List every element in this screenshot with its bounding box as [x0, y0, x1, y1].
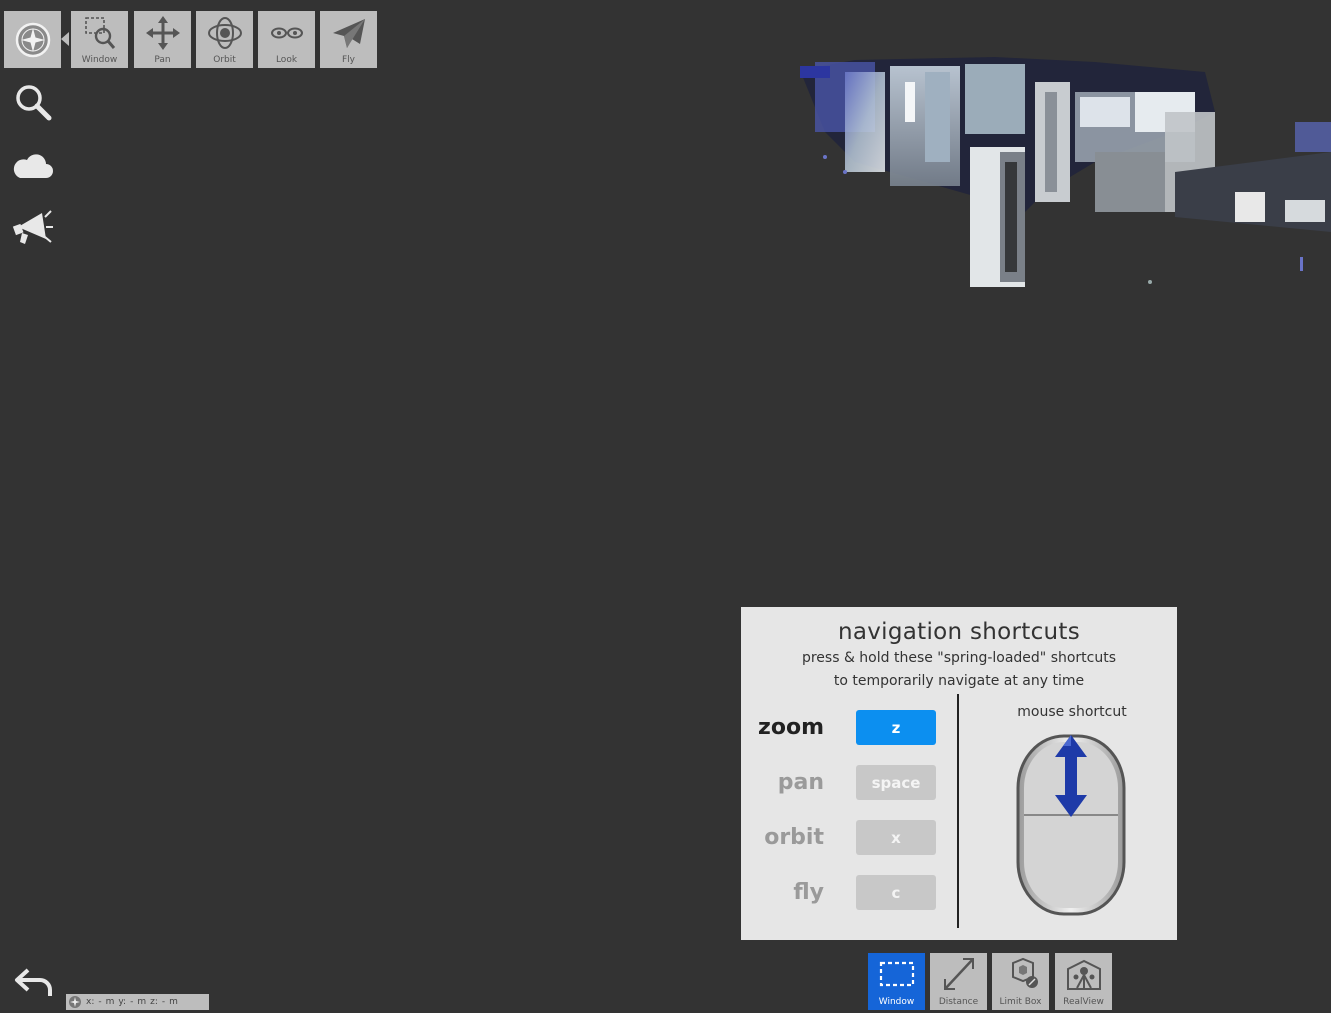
panel-subtitle-line1: press & hold these "spring-loaded" short… [801, 650, 1117, 666]
look-label: Look [275, 55, 298, 65]
limit-box-icon [1011, 957, 1038, 988]
shortcut-label-orbit: orbit [764, 825, 824, 850]
realview-label: RealView [1063, 997, 1104, 1007]
orbit-label: Orbit [213, 55, 236, 65]
coordinates-readout: x: - m y: - m z: - m [66, 994, 209, 1010]
undo-arrow-icon [15, 968, 52, 996]
panel-subtitle-line2: to temporarily navigate at any time [833, 673, 1085, 689]
shortcut-key-zoom: z [856, 710, 936, 745]
shortcut-label-zoom: zoom [758, 715, 824, 740]
fly-button[interactable]: Fly [320, 11, 377, 68]
navigation-home-button[interactable] [4, 11, 61, 68]
look-button[interactable]: Look [258, 11, 315, 68]
pan-arrows-icon [145, 16, 180, 50]
announcement-button[interactable] [10, 204, 56, 250]
zoom-window-icon [84, 17, 115, 49]
limit-box-button[interactable]: Limit Box [992, 953, 1049, 1010]
orbit-icon [207, 17, 242, 49]
y-coordinate-unit: m [137, 997, 147, 1007]
selection-window-icon [879, 961, 914, 987]
look-eyes-icon [270, 27, 303, 39]
limit-box-label: Limit Box [999, 997, 1042, 1007]
cloud-button[interactable] [10, 142, 56, 188]
window-zoom-label: Window [81, 55, 118, 65]
orbit-button[interactable]: Orbit [196, 11, 253, 68]
z-coordinate-label: z: [150, 997, 158, 1007]
x-coordinate-unit: m [105, 997, 115, 1007]
x-coordinate-label: x: [86, 997, 95, 1007]
paper-plane-icon [332, 19, 365, 48]
realview-button[interactable]: RealView [1055, 953, 1112, 1010]
shortcut-key-orbit: x [856, 820, 936, 855]
panel-divider [957, 694, 959, 928]
realview-icon [1066, 959, 1101, 990]
distance-measure-icon [943, 958, 974, 990]
point-cloud-image [800, 57, 1331, 287]
pan-button[interactable]: Pan [134, 11, 191, 68]
undo-button[interactable] [10, 960, 56, 1006]
selection-window-label: Window [878, 997, 915, 1007]
pan-label: Pan [154, 55, 171, 65]
mouse-illustration [1015, 733, 1127, 923]
mouse-scroll-icon [1016, 734, 1126, 916]
coordinate-compass-icon [69, 996, 81, 1008]
panel-title: navigation shortcuts [837, 619, 1081, 645]
y-coordinate-value: - [130, 997, 134, 1007]
z-coordinate-unit: m [169, 997, 178, 1007]
selection-window-button[interactable]: Window [868, 953, 925, 1010]
x-coordinate-value: - [98, 997, 102, 1007]
navigation-shortcuts-panel: navigation shortcuts press & hold these … [741, 607, 1177, 940]
distance-label: Distance [938, 997, 979, 1007]
search-button[interactable] [10, 79, 56, 125]
distance-button[interactable]: Distance [930, 953, 987, 1010]
search-icon [16, 85, 52, 121]
compass-icon [15, 22, 50, 57]
window-zoom-button[interactable]: Window [71, 11, 128, 68]
megaphone-icon [12, 210, 53, 244]
y-coordinate-label: y: [118, 997, 127, 1007]
z-coordinate-value: - [161, 997, 166, 1007]
mouse-shortcut-title: mouse shortcut [1017, 704, 1127, 720]
shortcut-label-pan: pan [777, 770, 824, 795]
point-cloud-view[interactable] [795, 52, 1331, 297]
shortcut-key-fly: c [856, 875, 936, 910]
cloud-icon [13, 154, 53, 178]
toolbar-pointer [61, 32, 69, 46]
shortcut-label-fly: fly [793, 880, 824, 905]
shortcut-key-pan: space [856, 765, 936, 800]
fly-label: Fly [341, 55, 355, 65]
